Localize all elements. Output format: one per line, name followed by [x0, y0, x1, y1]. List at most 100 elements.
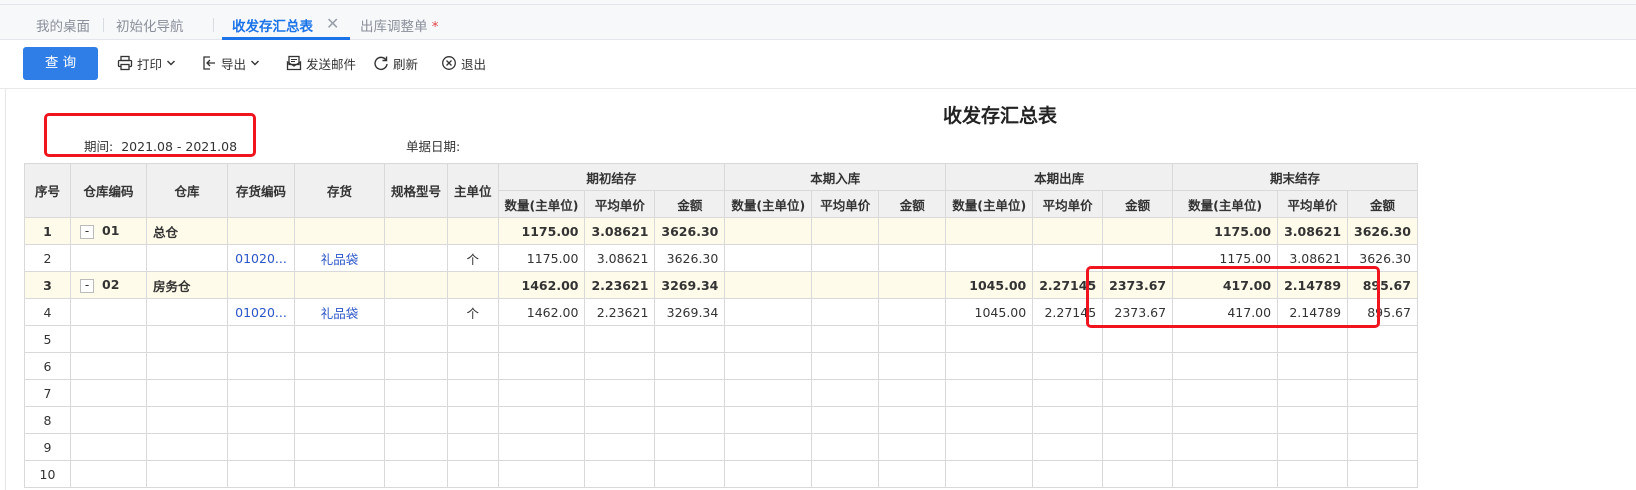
cell-in-amt [878, 379, 947, 407]
col-wh[interactable]: 仓库 [146, 163, 228, 218]
tab-outbound-adjust[interactable]: 出库调整单 * [360, 15, 439, 35]
cell-op-qty [497, 352, 586, 380]
group-opening: 期初结存 [497, 163, 726, 191]
refresh-button[interactable]: 刷新 [373, 53, 418, 73]
col-out-amt[interactable]: 金额 [1102, 190, 1174, 218]
cell-cl-avg: 3.08621 [1277, 217, 1349, 245]
cell-cl-amt [1347, 325, 1418, 353]
group-out: 本期出库 [945, 163, 1174, 191]
collapse-toggle-icon[interactable]: - [80, 224, 94, 239]
tab-desktop[interactable]: 我的桌面 [36, 15, 90, 35]
cell-item[interactable] [294, 460, 385, 488]
col-op-qty[interactable]: 数量(主单位) [497, 190, 586, 218]
table-row[interactable]: 6 [24, 352, 1418, 380]
cell-op-avg [584, 460, 656, 488]
cell-wh-code: -02 [70, 271, 147, 299]
exit-label: 退出 [461, 56, 487, 72]
cell-item[interactable] [294, 217, 385, 245]
cell-out-qty: 1045.00 [945, 298, 1034, 326]
closing-highlight-box [1086, 266, 1380, 328]
cell-item-code[interactable]: 01020... [227, 298, 295, 326]
col-cl-avg[interactable]: 平均单价 [1277, 190, 1349, 218]
cell-in-qty [724, 217, 813, 245]
cell-op-amt [654, 379, 726, 407]
collapse-toggle-icon[interactable]: - [80, 278, 94, 293]
col-op-amt[interactable]: 金额 [654, 190, 726, 218]
tab-inventory-summary[interactable]: 收发存汇总表 [232, 15, 313, 35]
cell-item-code[interactable] [227, 433, 295, 461]
cell-item[interactable] [294, 352, 385, 380]
cell-op-amt: 3626.30 [654, 244, 726, 272]
cell-op-amt: 3269.34 [654, 271, 726, 299]
cell-cl-qty [1172, 352, 1279, 380]
report-title: 收发存汇总表 [942, 105, 1057, 127]
col-in-amt[interactable]: 金额 [878, 190, 947, 218]
col-in-qty[interactable]: 数量(主单位) [724, 190, 813, 218]
cell-seq: 9 [24, 433, 71, 461]
cell-in-qty [724, 379, 813, 407]
col-item-code[interactable]: 存货编码 [227, 163, 295, 218]
cell-in-qty [724, 298, 813, 326]
cell-out-amt [1102, 460, 1174, 488]
cell-item-code[interactable]: 01020... [227, 244, 295, 272]
export-label: 导出 [221, 56, 247, 72]
cell-item-code[interactable] [227, 352, 295, 380]
cell-out-avg [1032, 406, 1104, 434]
cell-item[interactable] [294, 325, 385, 353]
tab-init-nav[interactable]: 初始化导航 [116, 15, 184, 35]
close-icon[interactable]: ✕ [326, 14, 339, 33]
cell-op-avg [584, 406, 656, 434]
exit-button[interactable]: 退出 [441, 53, 486, 73]
table-row[interactable]: 9 [24, 433, 1418, 461]
cell-op-qty [497, 379, 586, 407]
export-button[interactable]: 导出 [201, 53, 260, 73]
col-out-qty[interactable]: 数量(主单位) [945, 190, 1034, 218]
cell-item[interactable] [294, 433, 385, 461]
cell-item[interactable]: 礼品袋 [294, 298, 385, 326]
table-row[interactable]: 10 [24, 460, 1418, 488]
cell-item[interactable] [294, 271, 385, 299]
unsaved-marker: * [431, 19, 439, 35]
cell-wh-code [70, 352, 147, 380]
cell-item-code[interactable] [227, 379, 295, 407]
col-cl-qty[interactable]: 数量(主单位) [1172, 190, 1279, 218]
table-row[interactable]: 5 [24, 325, 1418, 353]
cell-cl-qty [1172, 433, 1279, 461]
col-wh-code[interactable]: 仓库编码 [70, 163, 147, 218]
cell-wh [146, 433, 228, 461]
cell-item[interactable] [294, 379, 385, 407]
query-button[interactable]: 查 询 [23, 47, 98, 80]
cell-spec [383, 379, 449, 407]
cell-in-avg [811, 217, 880, 245]
cell-op-qty: 1175.00 [497, 244, 586, 272]
cell-wh [146, 460, 228, 488]
cell-item[interactable]: 礼品袋 [294, 244, 385, 272]
cell-seq: 6 [24, 352, 71, 380]
cell-item-code[interactable] [227, 271, 295, 299]
refresh-icon [374, 56, 388, 70]
cell-cl-qty: 1175.00 [1172, 217, 1279, 245]
cell-in-amt [878, 271, 947, 299]
cell-op-avg [584, 433, 656, 461]
col-cl-amt[interactable]: 金额 [1347, 190, 1418, 218]
table-row[interactable]: 1-01 总仓 1175.00 3.08621 3626.30 1175.00 3.0862… [24, 217, 1418, 245]
cell-item-code[interactable] [227, 460, 295, 488]
cell-unit [447, 352, 499, 380]
cell-item-code[interactable] [227, 406, 295, 434]
col-spec[interactable]: 规格型号 [383, 163, 449, 218]
cell-item-code[interactable] [227, 217, 295, 245]
cell-item-code[interactable] [227, 325, 295, 353]
table-row[interactable]: 8 [24, 406, 1418, 434]
send-email-button[interactable]: 发送邮件 [286, 53, 356, 73]
cell-spec [383, 352, 449, 380]
col-op-avg[interactable]: 平均单价 [584, 190, 656, 218]
cell-spec [383, 460, 449, 488]
col-item[interactable]: 存货 [294, 163, 385, 218]
print-button[interactable]: 打印 [117, 53, 176, 73]
col-seq[interactable]: 序号 [24, 163, 71, 218]
table-row[interactable]: 7 [24, 379, 1418, 407]
col-unit[interactable]: 主单位 [447, 163, 499, 218]
col-in-avg[interactable]: 平均单价 [811, 190, 880, 218]
col-out-avg[interactable]: 平均单价 [1032, 190, 1104, 218]
cell-item[interactable] [294, 406, 385, 434]
